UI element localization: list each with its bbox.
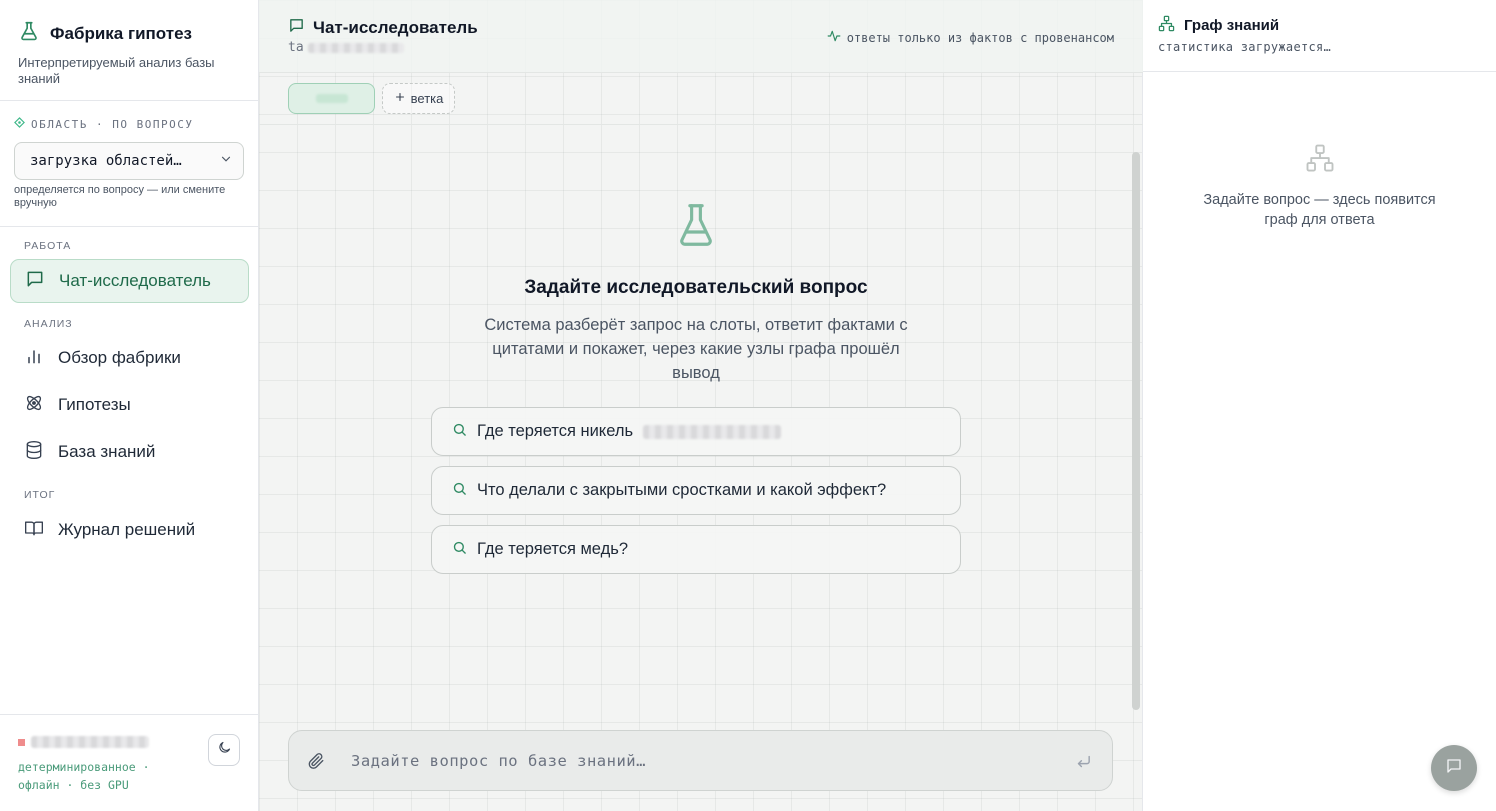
activity-icon [827, 29, 841, 46]
suggestion-text: Где теряется медь? [477, 540, 629, 558]
graph-panel: Граф знаний статистика загружается… Зада… [1143, 0, 1496, 811]
suggestion-text: Где теряется никель [477, 422, 634, 440]
network-icon [1158, 15, 1175, 36]
user-name-redacted [31, 736, 149, 748]
suggestion-text: Что делали с закрытыми сростками и какой… [477, 481, 887, 499]
database-icon [24, 440, 44, 465]
message-icon [1445, 757, 1463, 780]
scope-select[interactable]: загрузка областей… [14, 142, 244, 180]
app-title: Фабрика гипотез [50, 23, 192, 43]
divider [0, 714, 259, 715]
chat-fab-button[interactable] [1431, 745, 1477, 791]
suggestion-button[interactable]: Что делали с закрытыми сростками и какой… [431, 466, 961, 515]
branch-tabs: ветка [259, 73, 1143, 125]
sidebar-item-hypotheses[interactable]: Гипотезы [10, 383, 249, 427]
chat-question-input[interactable] [351, 747, 1051, 775]
search-icon [452, 481, 467, 501]
chat-main: Чат-исследователь ta ответы только из фа… [259, 0, 1143, 811]
empty-state-description: Система разберёт запрос на слоты, ответи… [484, 316, 908, 382]
suggestion-redacted [643, 424, 782, 439]
search-icon [452, 422, 467, 442]
user-status-dot [18, 738, 25, 746]
graph-panel-title-text: Граф знаний [1184, 17, 1280, 34]
brand: Фабрика гипотез Интерпретируемый анализ … [18, 20, 248, 87]
divider [1143, 71, 1496, 72]
empty-state: Задайте исследовательский вопрос Система… [259, 200, 1133, 385]
sidebar-item-label: Чат-исследователь [59, 271, 211, 290]
theme-toggle-button[interactable] [208, 734, 240, 766]
suggestion-button[interactable]: Где теряется медь? [431, 525, 961, 574]
chat-subtitle-prefix: ta [288, 40, 304, 55]
scrollbar[interactable] [1132, 152, 1140, 710]
enter-icon[interactable] [1075, 753, 1092, 775]
status-line: офлайн · без GPU [18, 778, 129, 792]
nav-group-work: РАБОТА [24, 240, 72, 252]
sidebar: Фабрика гипотез Интерпретируемый анализ … [0, 0, 259, 811]
chat-input-bar [288, 730, 1113, 791]
provenance-note-text: ответы только из фактов с провенансом [846, 30, 1114, 45]
atom-icon [24, 393, 44, 418]
bar-chart-icon [24, 346, 44, 371]
chat-icon [25, 269, 45, 294]
divider [0, 226, 259, 227]
moon-icon [217, 740, 232, 760]
sidebar-item-label: Гипотезы [58, 395, 131, 414]
sidebar-item-label: Обзор фабрики [58, 348, 181, 367]
sidebar-item-chat[interactable]: Чат-исследователь [10, 259, 249, 303]
empty-state-title: Задайте исследовательский вопрос [524, 277, 868, 298]
scope-label-text: ОБЛАСТЬ · ПО ВОПРОСУ [31, 117, 194, 131]
chat-icon [288, 17, 305, 39]
graph-empty-state: Задайте вопрос — здесь появится граф для… [1143, 143, 1496, 230]
tab-label-redacted [315, 94, 348, 103]
status-line: детерминированное · [18, 760, 150, 774]
suggestion-button[interactable]: Где теряется никель [431, 407, 961, 456]
plus-icon [394, 91, 406, 106]
tab-current-branch[interactable] [288, 83, 375, 114]
divider [0, 100, 259, 101]
sidebar-item-label: Журнал решений [58, 520, 196, 539]
sidebar-item-decision-log[interactable]: Журнал решений [10, 508, 249, 552]
book-icon [24, 518, 44, 543]
app-subtitle: Интерпретируемый анализ базы знаний [18, 55, 215, 86]
add-branch-button[interactable]: ветка [382, 83, 455, 114]
graph-panel-status: статистика загружается… [1158, 40, 1332, 54]
nav-group-analysis: АНАЛИЗ [24, 318, 73, 330]
sidebar-item-knowledge-base[interactable]: База знаний [10, 430, 249, 474]
graph-empty-text: Задайте вопрос — здесь появится граф для… [1203, 192, 1436, 228]
chat-header: Чат-исследователь ta ответы только из фа… [259, 0, 1143, 73]
search-icon [452, 540, 467, 560]
footer-status: детерминированное · офлайн · без GPU [18, 758, 198, 794]
chat-subtitle: ta [288, 40, 404, 55]
paperclip-icon[interactable] [307, 752, 325, 775]
add-branch-label: ветка [410, 91, 444, 106]
network-icon [1305, 144, 1335, 177]
nav-group-result: ИТОГ [24, 489, 56, 501]
user-info [18, 736, 149, 748]
sidebar-item-overview[interactable]: Обзор фабрики [10, 336, 249, 380]
scope-label: ОБЛАСТЬ · ПО ВОПРОСУ [14, 117, 193, 131]
chat-subtitle-redacted [307, 42, 404, 53]
scope-select-value: загрузка областей… [30, 153, 182, 169]
flask-icon [18, 20, 40, 47]
flask-icon [675, 204, 717, 254]
provenance-note: ответы только из фактов с провенансом [827, 29, 1114, 46]
sidebar-item-label: База знаний [58, 442, 156, 461]
chat-title-text: Чат-исследователь [313, 18, 478, 37]
graph-panel-title: Граф знаний [1158, 15, 1279, 36]
chevron-down-icon [219, 152, 233, 170]
scope-hint: определяется по вопросу — или смените вр… [14, 184, 226, 209]
chat-title: Чат-исследователь [288, 17, 478, 39]
diamond-icon [14, 117, 25, 131]
